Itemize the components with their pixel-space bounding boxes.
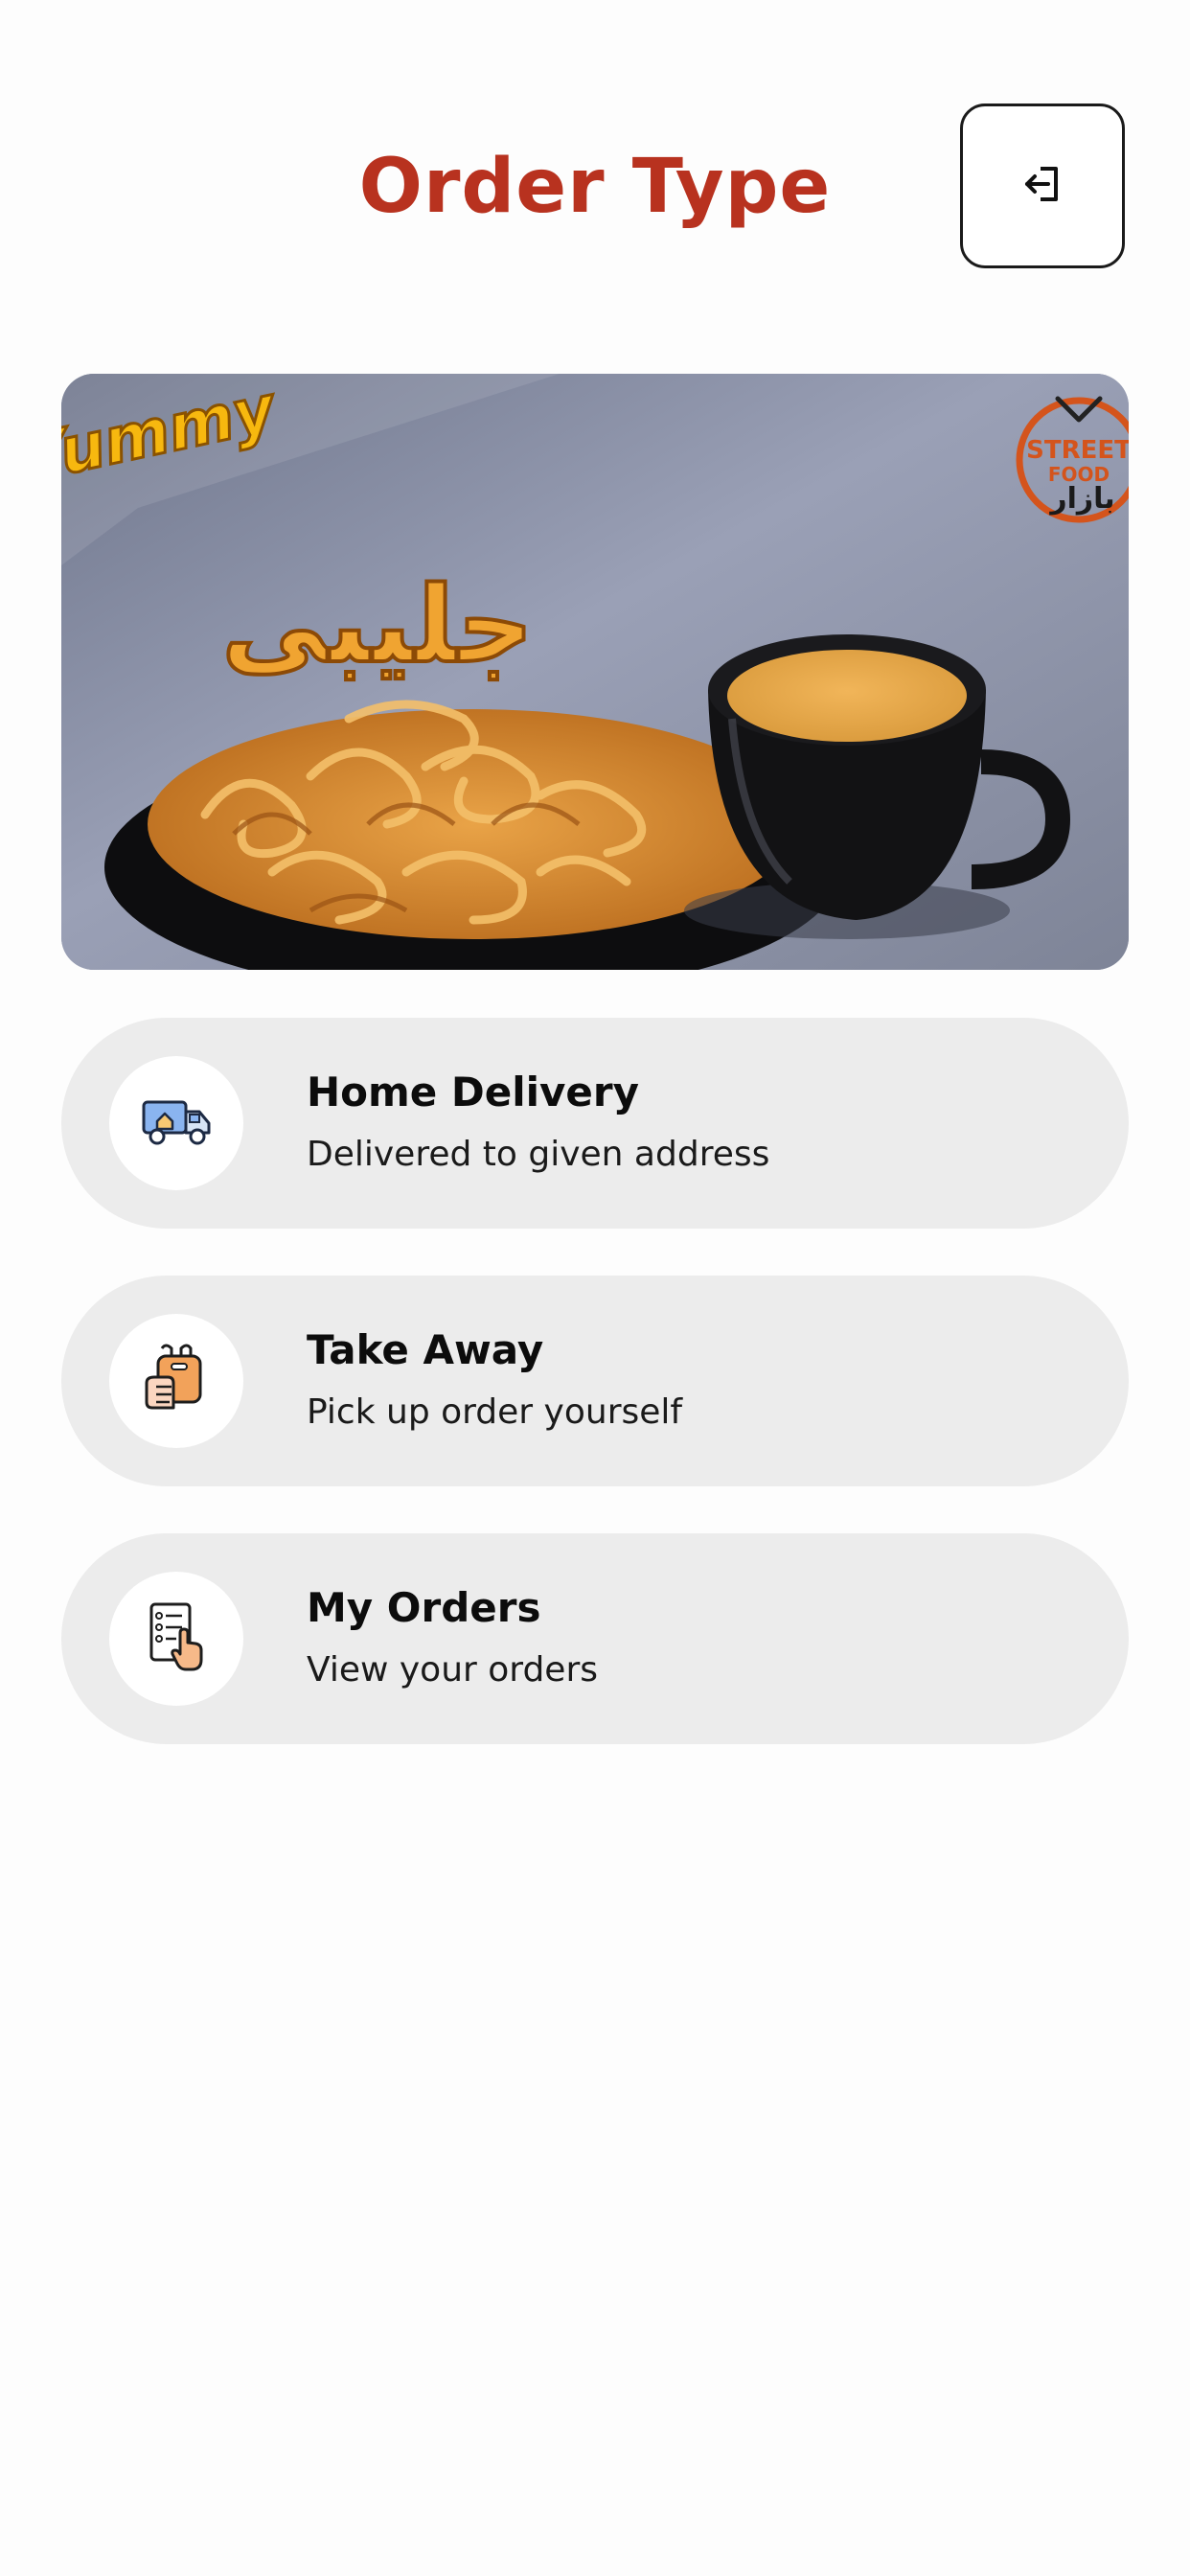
icon-circle: [109, 1314, 243, 1448]
icon-circle: [109, 1056, 243, 1190]
delivery-truck-icon: [140, 1092, 213, 1155]
order-type-screen: Order Type جلیبی Yummy STREET FOOD بازار…: [0, 0, 1190, 2576]
order-list-icon: [146, 1600, 207, 1678]
option-subtitle: View your orders: [307, 1650, 599, 1690]
svg-text:STREET: STREET: [1026, 436, 1129, 465]
option-title: My Orders: [307, 1584, 541, 1631]
banner-image: جلیبی Yummy STREET FOOD بازار: [61, 374, 1129, 970]
dish-name-calligraphy: جلیبی: [221, 564, 533, 686]
my-orders-option[interactable]: My Orders View your orders: [61, 1533, 1129, 1744]
takeaway-bag-icon: [143, 1343, 210, 1420]
logout-button[interactable]: [960, 104, 1125, 268]
home-delivery-option[interactable]: Home Delivery Delivered to given address: [61, 1018, 1129, 1229]
svg-text:بازار: بازار: [1048, 482, 1114, 516]
icon-circle: [109, 1572, 243, 1706]
logout-icon: [1021, 163, 1064, 210]
promo-banner: جلیبی Yummy STREET FOOD بازار: [61, 374, 1129, 970]
option-title: Take Away: [307, 1326, 544, 1373]
take-away-option[interactable]: Take Away Pick up order yourself: [61, 1276, 1129, 1486]
option-title: Home Delivery: [307, 1069, 639, 1116]
option-subtitle: Delivered to given address: [307, 1135, 770, 1174]
option-subtitle: Pick up order yourself: [307, 1392, 683, 1432]
